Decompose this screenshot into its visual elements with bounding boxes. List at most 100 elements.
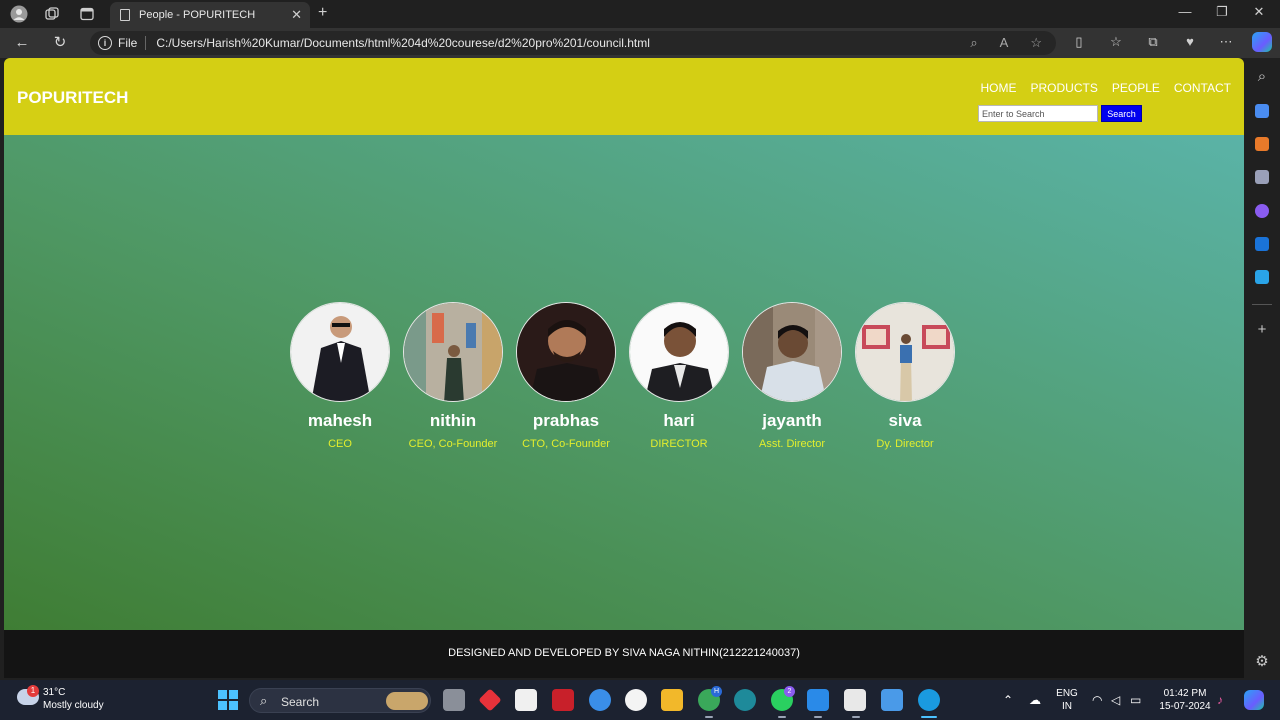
whatsapp-badge: 2 — [784, 686, 795, 697]
person-photo — [290, 302, 390, 402]
person-name: mahesh — [307, 411, 373, 430]
people-list: mahesh CEO nithin CEO, Co-Founder prabha… — [290, 302, 955, 450]
settings-more-icon[interactable]: ⋯ — [1215, 34, 1237, 50]
start-button[interactable] — [218, 690, 238, 710]
minimize-icon[interactable]: — — [1170, 4, 1200, 19]
edge-icon[interactable] — [918, 689, 940, 711]
person-role: Dy. Director — [876, 438, 934, 450]
page-icon — [120, 9, 130, 21]
person-card: prabhas CTO, Co-Founder — [516, 302, 616, 450]
notification-bell-icon[interactable]: ♪ — [1217, 693, 1223, 707]
person-photo — [855, 302, 955, 402]
language-line2[interactable]: IN — [1055, 701, 1079, 712]
site-logo[interactable]: POPURITECH — [17, 88, 128, 108]
sidebar-send-icon[interactable] — [1255, 270, 1269, 284]
person-photo — [629, 302, 729, 402]
browser-essentials-icon[interactable]: ♥ — [1179, 34, 1201, 49]
sidebar-tools-icon[interactable] — [1255, 137, 1269, 151]
site-header: POPURITECH HOME PRODUCTS PEOPLE CONTACT … — [4, 58, 1244, 135]
nav-products[interactable]: PRODUCTS — [1031, 81, 1098, 95]
nav-home[interactable]: HOME — [981, 81, 1017, 95]
sidebar-divider — [1252, 304, 1272, 305]
sidebar-office-icon[interactable] — [1255, 204, 1269, 218]
favorites-icon[interactable]: ☆ — [1105, 34, 1127, 50]
weather-temperature[interactable]: 31°C — [43, 687, 65, 698]
person-name: hari — [663, 411, 695, 430]
maximize-icon[interactable]: ❐ — [1207, 4, 1237, 20]
sidebar-shopping-icon[interactable] — [1255, 104, 1269, 118]
address-toolbar: ← ↻ i File C:/Users/Harish%20Kumar/Docum… — [0, 28, 1280, 58]
person-name: siva — [888, 411, 922, 430]
collections-icon[interactable]: ⧉ — [1142, 34, 1164, 50]
sidebar-search-icon[interactable]: ⌕ — [1252, 68, 1272, 85]
url-divider — [145, 36, 147, 50]
language-line1[interactable]: ENG — [1055, 688, 1079, 699]
app-round-icon[interactable] — [625, 689, 647, 711]
taskbar-search[interactable]: ⌕ Search — [249, 688, 431, 713]
person-name: prabhas — [532, 411, 600, 430]
vscode-icon[interactable] — [807, 689, 829, 711]
search-icon: ⌕ — [260, 693, 268, 708]
profile-icon[interactable] — [8, 4, 30, 24]
close-window-icon[interactable]: ✕ — [1244, 4, 1274, 20]
person-card: jayanth Asst. Director — [742, 302, 842, 450]
search-highlight-image — [386, 692, 428, 710]
copilot-icon[interactable] — [1252, 32, 1272, 52]
wifi-icon[interactable]: ◠ — [1092, 693, 1102, 707]
clock-date[interactable]: 15-07-2024 — [1156, 701, 1214, 712]
weather-badge: 1 — [27, 685, 39, 697]
help-icon[interactable] — [589, 689, 611, 711]
person-photo — [742, 302, 842, 402]
refresh-icon[interactable]: ↻ — [50, 33, 70, 53]
task-view-icon[interactable] — [443, 689, 465, 711]
read-aloud-icon[interactable]: A — [1000, 35, 1009, 51]
sidebar-settings-icon[interactable]: ⚙ — [1252, 652, 1272, 670]
people-section: mahesh CEO nithin CEO, Co-Founder prabha… — [4, 135, 1244, 630]
protocol-label: File — [118, 36, 138, 50]
sidebar-add-icon[interactable]: + — [1252, 321, 1272, 338]
nav-contact[interactable]: CONTACT — [1174, 81, 1231, 95]
app-red-diamond-icon[interactable] — [478, 688, 502, 712]
show-hidden-icons[interactable]: ⌃ — [1003, 693, 1013, 707]
copilot-taskbar-icon[interactable] — [1244, 690, 1264, 710]
weather-description[interactable]: Mostly cloudy — [43, 700, 104, 711]
clock-time[interactable]: 01:42 PM — [1156, 688, 1214, 699]
person-card: nithin CEO, Co-Founder — [403, 302, 503, 450]
favorite-star-icon[interactable]: ☆ — [1030, 35, 1042, 51]
search-input[interactable] — [978, 105, 1098, 122]
close-tab-icon[interactable]: ✕ — [291, 7, 302, 23]
taskbar: 1 31°C Mostly cloudy ⌕ Search H 2 ⌃ ☁ EN… — [0, 680, 1280, 720]
nav-people[interactable]: PEOPLE — [1112, 81, 1160, 95]
person-photo — [516, 302, 616, 402]
microsoft-store-icon[interactable] — [515, 689, 537, 711]
person-card: hari DIRECTOR — [629, 302, 729, 450]
tab-actions-icon[interactable] — [76, 4, 98, 24]
file-explorer-icon[interactable] — [661, 689, 683, 711]
battery-icon[interactable]: ▭ — [1130, 693, 1141, 707]
person-card: mahesh CEO — [290, 302, 390, 450]
search-button[interactable]: Search — [1101, 105, 1142, 122]
page-viewport: POPURITECH HOME PRODUCTS PEOPLE CONTACT … — [4, 58, 1244, 678]
volume-icon[interactable]: ◁ — [1111, 693, 1120, 707]
url-text[interactable]: C:/Users/Harish%20Kumar/Documents/html%2… — [156, 36, 650, 50]
address-bar[interactable]: i File C:/Users/Harish%20Kumar/Documents… — [90, 31, 1056, 55]
edge-dev-icon[interactable] — [734, 689, 756, 711]
mcafee-icon[interactable] — [552, 689, 574, 711]
person-name: nithin — [429, 411, 477, 430]
onedrive-icon[interactable]: ☁ — [1029, 693, 1041, 707]
chrome-profile-badge: H — [711, 686, 722, 697]
app-blue-icon[interactable] — [881, 689, 903, 711]
app-clipboard-icon[interactable] — [844, 689, 866, 711]
split-screen-icon[interactable]: ▯ — [1068, 34, 1090, 50]
person-photo — [403, 302, 503, 402]
sidebar-outlook-icon[interactable] — [1255, 237, 1269, 251]
back-icon[interactable]: ← — [12, 33, 32, 53]
tab-people[interactable]: People - POPURITECH ✕ — [110, 2, 310, 28]
workspaces-icon[interactable] — [41, 4, 63, 24]
sidebar-games-icon[interactable] — [1255, 170, 1269, 184]
zoom-icon[interactable]: ⌕ — [970, 35, 977, 51]
main-nav: HOME PRODUCTS PEOPLE CONTACT — [981, 81, 1231, 95]
edge-sidebar: ⌕ + ⚙ — [1244, 58, 1280, 680]
info-icon[interactable]: i — [98, 36, 112, 50]
new-tab-button[interactable]: + — [318, 4, 327, 22]
